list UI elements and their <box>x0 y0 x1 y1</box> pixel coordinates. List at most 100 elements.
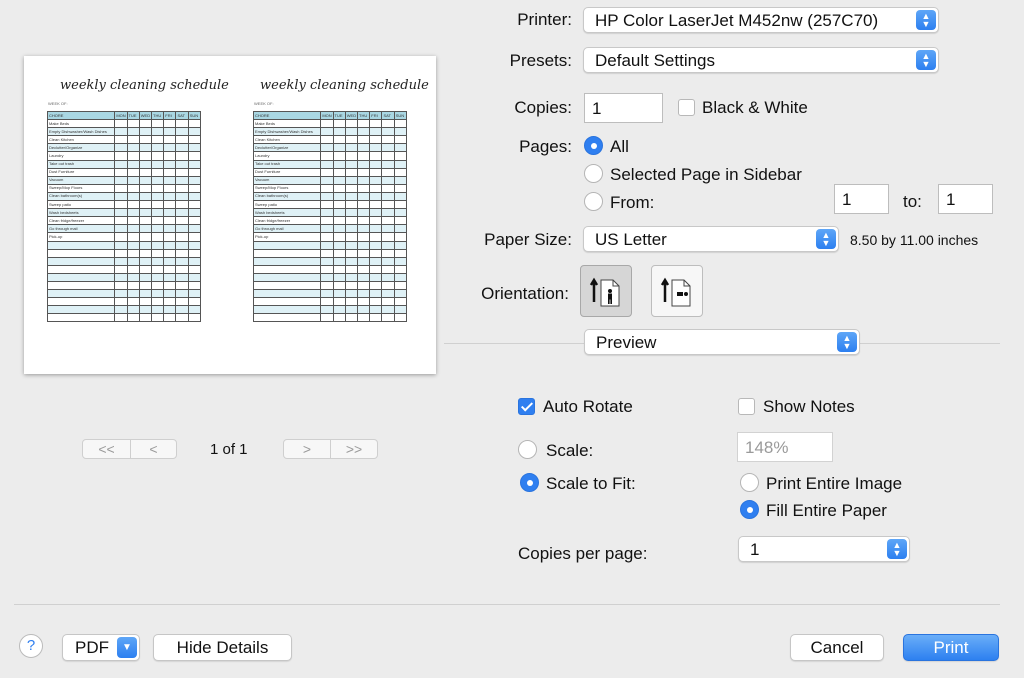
table-cell <box>369 143 383 153</box>
pages-from-input[interactable]: 1 <box>834 184 889 214</box>
table-cell: Clean bathroom(s) <box>252 191 322 202</box>
table-cell <box>163 305 177 315</box>
table-cell: Vacuum <box>46 175 116 185</box>
table-cell <box>369 159 383 169</box>
help-button[interactable]: ? <box>19 634 43 658</box>
table-cell <box>393 248 408 258</box>
black-white-label: Black & White <box>702 98 808 117</box>
pages-selected-radio[interactable] <box>584 164 603 183</box>
pages-from-radio[interactable] <box>584 192 603 211</box>
table-cell: Vacuum <box>252 175 322 185</box>
pdf-menu-button[interactable]: PDF ▼ <box>62 634 140 661</box>
table-cell <box>175 313 189 323</box>
table-cell <box>320 289 334 299</box>
table-cell <box>46 240 116 250</box>
section-value: Preview <box>596 333 657 352</box>
table-cell <box>114 143 128 153</box>
table-row: Clean bathroom(s) <box>46 191 202 202</box>
black-white-checkbox[interactable] <box>678 99 695 116</box>
table-header-cell: SUN <box>393 110 408 121</box>
table-cell <box>344 143 359 153</box>
table-cell <box>381 143 395 153</box>
table-cell <box>332 280 346 291</box>
orientation-landscape-button[interactable] <box>651 265 703 317</box>
table-cell <box>114 175 128 185</box>
table-header-cell: WED <box>138 110 153 121</box>
table-cell: Dust Furniture <box>46 167 116 177</box>
table-cell <box>175 240 189 250</box>
table-cell <box>320 264 334 274</box>
table-cell <box>138 208 153 218</box>
cancel-button[interactable]: Cancel <box>790 634 884 661</box>
table-cell <box>344 224 359 234</box>
table-cell <box>126 224 140 234</box>
show-notes-checkbox[interactable] <box>738 398 755 415</box>
table-cell <box>393 216 408 226</box>
table-row: Make Beds <box>252 119 408 129</box>
table-cell <box>114 224 128 234</box>
table-cell <box>381 297 395 307</box>
table-cell <box>151 191 165 202</box>
table-row: Pick-up <box>46 232 202 242</box>
fill-entire-paper-radio[interactable] <box>740 500 759 519</box>
table-cell <box>369 175 383 185</box>
table-cell <box>163 297 177 307</box>
table-cell <box>381 167 395 177</box>
scale-radio[interactable] <box>518 440 537 459</box>
table-cell <box>381 127 395 137</box>
table-cell <box>151 289 165 299</box>
printer-select[interactable]: HP Color LaserJet M452nw (257C70) ▲ ▼ <box>583 7 939 33</box>
table-cell <box>163 216 177 226</box>
table-cell <box>126 305 140 315</box>
orientation-portrait-button[interactable] <box>580 265 632 317</box>
table-cell <box>114 167 128 177</box>
previous-page-button[interactable]: < <box>131 440 176 458</box>
scale-to-fit-label: Scale to Fit: <box>546 474 636 493</box>
copies-input[interactable]: 1 <box>584 93 663 123</box>
table-cell <box>187 313 202 323</box>
first-page-button[interactable]: << <box>83 440 131 458</box>
table-cell <box>369 297 383 307</box>
table-cell <box>138 264 153 274</box>
table-cell <box>332 248 346 258</box>
table-cell <box>320 305 334 315</box>
table-cell <box>138 272 153 282</box>
presets-select[interactable]: Default Settings ▲ ▼ <box>583 47 939 73</box>
table-cell <box>163 264 177 274</box>
auto-rotate-checkbox[interactable] <box>518 398 535 415</box>
last-page-button[interactable]: >> <box>331 440 377 458</box>
auto-rotate-label: Auto Rotate <box>543 397 633 416</box>
table-cell <box>138 305 153 315</box>
section-select[interactable]: Preview ▲ ▼ <box>584 329 860 355</box>
table-row: Take out trash <box>252 159 408 169</box>
table-cell <box>151 256 165 266</box>
scale-input[interactable]: 148% <box>737 432 833 462</box>
table-cell <box>151 119 165 129</box>
fill-entire-paper-label: Fill Entire Paper <box>766 501 887 520</box>
table-cell <box>114 280 128 291</box>
table-cell <box>138 289 153 299</box>
paper-size-select[interactable]: US Letter ▲ ▼ <box>583 226 839 252</box>
next-page-button[interactable]: > <box>284 440 331 458</box>
print-button[interactable]: Print <box>903 634 999 661</box>
scale-to-fit-radio[interactable] <box>520 473 539 492</box>
table-cell <box>393 119 408 129</box>
table-header-cell: THU <box>151 110 165 121</box>
table-cell <box>138 240 153 250</box>
table-cell <box>332 289 346 299</box>
table-cell <box>114 272 128 282</box>
table-cell <box>332 135 346 145</box>
print-entire-image-radio[interactable] <box>740 473 759 492</box>
table-cell <box>393 135 408 145</box>
table-cell <box>344 240 359 250</box>
table-cell <box>175 280 189 291</box>
table-cell <box>357 167 371 177</box>
hide-details-button[interactable]: Hide Details <box>153 634 292 661</box>
table-cell: Sweep/Mop Floors <box>252 183 322 193</box>
table-row: Clean bathroom(s) <box>252 191 408 202</box>
table-cell <box>126 167 140 177</box>
copies-per-page-select[interactable]: 1 ▲ ▼ <box>738 536 910 562</box>
table-cell <box>175 208 189 218</box>
pages-to-input[interactable]: 1 <box>938 184 993 214</box>
pages-all-radio[interactable] <box>584 136 603 155</box>
